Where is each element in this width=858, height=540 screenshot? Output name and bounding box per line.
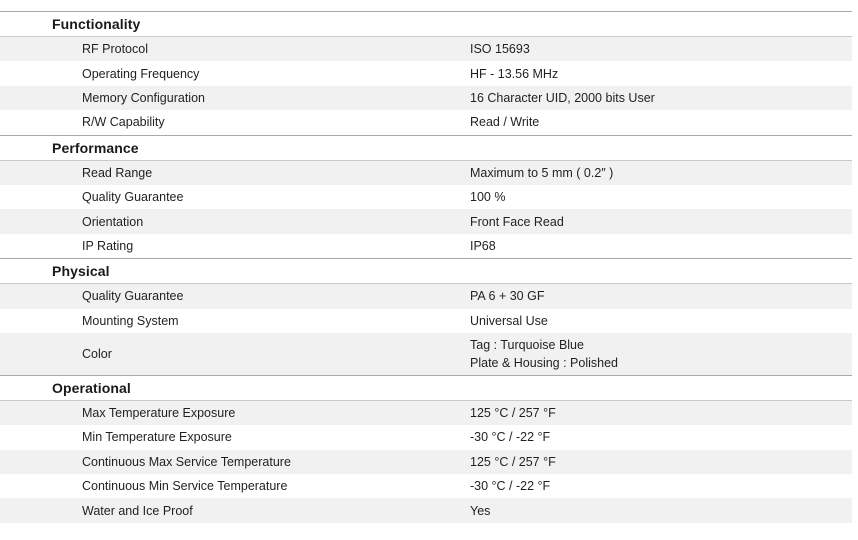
spec-label: IP Rating xyxy=(0,239,470,253)
spec-row: Memory Configuration16 Character UID, 20… xyxy=(0,86,852,110)
spec-label: R/W Capability xyxy=(0,115,470,129)
spec-value: 16 Character UID, 2000 bits User xyxy=(470,91,852,105)
spec-row: Read RangeMaximum to 5 mm ( 0.2″ ) xyxy=(0,161,852,185)
spec-label: Max Temperature Exposure xyxy=(0,406,470,420)
section-title: Physical xyxy=(0,263,110,279)
spec-section: Performance Read RangeMaximum to 5 mm ( 0… xyxy=(0,135,858,259)
spec-value: Universal Use xyxy=(470,314,852,328)
spec-value: -30 °C / -22 °F xyxy=(470,479,852,493)
spec-value: Tag : Turquoise BluePlate & Housing : Po… xyxy=(470,336,852,372)
spec-row: ColorTag : Turquoise BluePlate & Housing… xyxy=(0,333,852,375)
section-title: Operational xyxy=(0,380,131,396)
section-header: Functionality xyxy=(0,12,852,36)
spec-value: Read / Write xyxy=(470,115,852,129)
spec-label: RF Protocol xyxy=(0,42,470,56)
spec-row: R/W CapabilityRead / Write xyxy=(0,110,852,134)
spec-section: PhysicalQuality GuaranteePA 6 + 30 GFMou… xyxy=(0,258,858,375)
spec-row: Water and Ice ProofYes xyxy=(0,498,852,522)
spec-label: Min Temperature Exposure xyxy=(0,430,470,444)
spec-value-line: Plate & Housing : Polished xyxy=(470,354,852,372)
spec-row: OrientationFront Face Read xyxy=(0,209,852,233)
spec-label: Memory Configuration xyxy=(0,91,470,105)
spec-value: PA 6 + 30 GF xyxy=(470,289,852,303)
section-header: Operational xyxy=(0,376,852,400)
spec-row: Min Temperature Exposure-30 °C / -22 °F xyxy=(0,425,852,449)
spec-value: Maximum to 5 mm ( 0.2″ ) xyxy=(470,166,852,180)
section-header: Physical xyxy=(0,259,852,283)
spec-label: Operating Frequency xyxy=(0,67,470,81)
spec-row: Operating FrequencyHF - 13.56 MHz xyxy=(0,61,852,85)
spec-section: OperationalMax Temperature Exposure125 °… xyxy=(0,375,858,523)
spec-row: Quality GuaranteePA 6 + 30 GF xyxy=(0,284,852,308)
spec-label: Quality Guarantee xyxy=(0,190,470,204)
spec-value: HF - 13.56 MHz xyxy=(470,67,852,81)
spec-value: ISO 15693 xyxy=(470,42,852,56)
spec-row: Mounting SystemUniversal Use xyxy=(0,309,852,333)
spec-row: Continuous Max Service Temperature125 °C… xyxy=(0,450,852,474)
spec-value: Front Face Read xyxy=(470,215,852,229)
spec-label: Water and Ice Proof xyxy=(0,504,470,518)
spec-value: 125 °C / 257 °F xyxy=(470,455,852,469)
spec-row: Continuous Min Service Temperature-30 °C… xyxy=(0,474,852,498)
spec-label: Continuous Min Service Temperature xyxy=(0,479,470,493)
spec-value: -30 °C / -22 °F xyxy=(470,430,852,444)
spec-value: Yes xyxy=(470,504,852,518)
section-title: Performance xyxy=(0,140,139,156)
specification-table: FunctionalityRF ProtocolISO 15693Operati… xyxy=(0,0,858,523)
spec-label: Read Range xyxy=(0,166,470,180)
spec-row: IP RatingIP68 xyxy=(0,234,852,258)
spec-row: Max Temperature Exposure125 °C / 257 °F xyxy=(0,401,852,425)
spec-row: Quality Guarantee100 % xyxy=(0,185,852,209)
spec-label: Mounting System xyxy=(0,314,470,328)
section-title: Functionality xyxy=(0,16,140,32)
spec-section: FunctionalityRF ProtocolISO 15693Operati… xyxy=(0,11,858,135)
spec-value: 100 % xyxy=(470,190,852,204)
spec-label: Continuous Max Service Temperature xyxy=(0,455,470,469)
spec-label: Color xyxy=(0,347,470,361)
spec-value: IP68 xyxy=(470,239,852,253)
spec-row: RF ProtocolISO 15693 xyxy=(0,37,852,61)
spec-value-line: Tag : Turquoise Blue xyxy=(470,336,852,354)
section-header: Performance xyxy=(0,136,852,160)
spec-label: Orientation xyxy=(0,215,470,229)
spec-value: 125 °C / 257 °F xyxy=(470,406,852,420)
spec-label: Quality Guarantee xyxy=(0,289,470,303)
